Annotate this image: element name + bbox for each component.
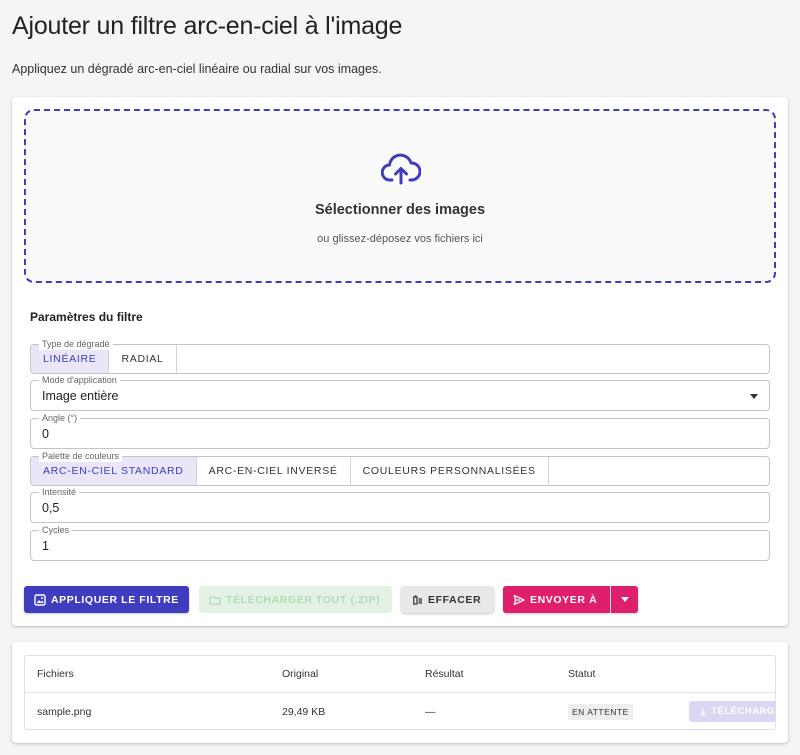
file-result: — [425,706,436,718]
angle-value: 0 [42,427,49,441]
clear-button[interactable]: EFFACER [401,586,494,613]
filter-card: Sélectionner des images ou glissez-dépos… [12,97,788,626]
angle-label: Angle (°) [39,412,81,424]
intensity-label: Intensité [39,486,80,498]
file-name: sample.png [37,706,92,718]
download-icon [700,708,706,716]
intensity-value: 0,5 [42,501,60,515]
send-icon [513,594,525,605]
folder-icon [209,595,221,605]
status-cell: EN ATTENTE [568,693,633,729]
clear-list-icon [413,594,422,605]
download-all-label: TÉLÉCHARGER TOUT (.ZIP) [226,593,381,606]
cycles-field[interactable]: Cycles 1 [30,524,770,561]
send-to-menu-button[interactable] [611,586,638,613]
application-mode-value: Image entière [42,389,119,403]
gradient-type-label: Type de dégradé [39,338,113,350]
toggle-palette-custom[interactable]: COULEURS PERSONNALISÉES [350,457,549,485]
chevron-down-icon [750,394,758,399]
apply-filter-button[interactable]: APPLIQUER LE FILTRE [24,586,189,613]
file-original-size: 29,49 KB [282,706,326,718]
row-download-button[interactable]: TÉLÉCHARGER [689,701,775,722]
palette-label: Palette de couleurs [39,450,123,462]
cycles-value: 1 [42,539,49,553]
toggle-palette-inverse[interactable]: ARC-EN-CIEL INVERSÉ [196,457,351,485]
header-result: Résultat [425,668,464,680]
send-to-label: ENVOYER À [530,593,598,606]
send-to-button[interactable]: ENVOYER À [503,586,610,613]
toggle-radial[interactable]: RADIAL [109,345,177,373]
header-original: Original [282,668,319,680]
dropzone-subtitle: ou glissez-déposez vos fichiers ici [317,233,483,245]
table-header: Fichiers Original Résultat Statut [25,656,775,693]
chevron-down-icon [620,597,629,602]
image-filter-icon [34,593,46,606]
page-subtitle: Appliquez un dégradé arc-en-ciel linéair… [12,62,382,76]
application-mode-select[interactable]: Mode d'application Image entière [30,374,770,411]
download-all-button[interactable]: TÉLÉCHARGER TOUT (.ZIP) [199,586,392,613]
dropzone-title: Sélectionner des images [314,202,486,218]
files-table: Fichiers Original Résultat Statut sample… [24,655,776,730]
apply-filter-label: APPLIQUER LE FILTRE [51,593,179,606]
cloud-upload-icon [381,153,421,185]
files-card: Fichiers Original Résultat Statut sample… [12,642,788,743]
row-download-label: TÉLÉCHARGER [711,706,775,717]
image-dropzone[interactable]: Sélectionner des images ou glissez-dépos… [24,109,776,283]
palette-group: ARC-EN-CIEL STANDARD ARC-EN-CIEL INVERSÉ… [30,450,770,486]
cycles-label: Cycles [39,524,73,536]
angle-field[interactable]: Angle (°) 0 [30,412,770,449]
header-status: Statut [568,668,596,680]
page-title: Ajouter un filtre arc-en-ciel à l'image [12,12,403,40]
table-row: sample.png 29,49 KB — EN ATTENTE TÉLÉCHA… [25,693,775,729]
gradient-type-group: LINÉAIRE RADIAL Type de dégradé [30,338,770,374]
application-mode-label: Mode d'application [39,374,120,386]
clear-label: EFFACER [428,593,482,606]
settings-title: Paramètres du filtre [30,310,143,324]
status-badge: EN ATTENTE [568,704,633,720]
intensity-field[interactable]: Intensité 0,5 [30,486,770,523]
header-files: Fichiers [37,668,74,680]
